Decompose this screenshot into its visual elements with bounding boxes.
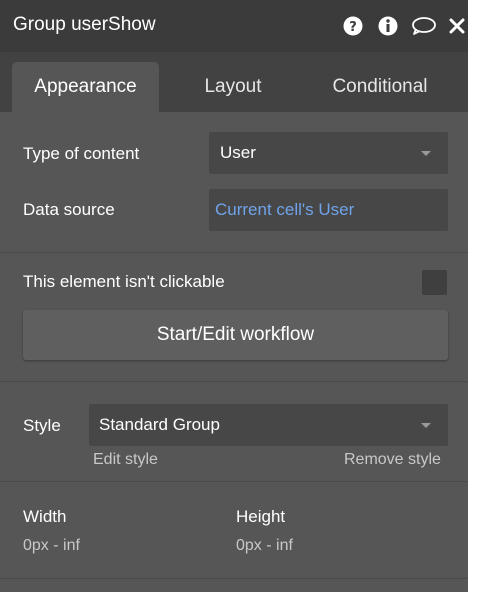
tab-conditional[interactable]: Conditional [310,62,450,112]
remove-style-link[interactable]: Remove style [344,451,441,469]
tab-appearance[interactable]: Appearance [12,62,159,112]
comment-icon[interactable] [410,15,438,37]
chevron-down-icon [421,423,431,428]
data-source-input[interactable]: Current cell's User [209,189,448,231]
width-label: Width [23,507,67,526]
style-label: Style [23,416,61,435]
height-label: Height [236,507,286,526]
title-bar[interactable]: Group userShow ? [0,0,468,52]
type-of-content-value: User [220,143,256,162]
svg-text:?: ? [349,20,357,35]
property-editor-panel: Group userShow ? Appearance Layout Condi… [0,0,468,592]
tab-bar: Appearance Layout Conditional [0,52,468,112]
start-edit-workflow-button[interactable]: Start/Edit workflow [23,310,448,360]
info-icon[interactable] [377,15,399,37]
type-of-content-dropdown[interactable]: User [209,132,448,174]
not-clickable-checkbox[interactable] [422,270,447,295]
tab-layout[interactable]: Layout [178,62,288,112]
style-dropdown[interactable]: Standard Group [89,404,448,446]
section-divider [0,381,468,382]
data-source-value: Current cell's User [215,200,355,219]
section-divider [0,481,468,482]
width-value[interactable]: 0px - inf [23,537,80,555]
not-clickable-label: This element isn't clickable [23,272,225,291]
type-of-content-label: Type of content [23,144,140,163]
panel-title: Group userShow [13,14,156,35]
close-icon[interactable] [447,15,467,37]
chevron-down-icon [421,151,431,156]
help-icon[interactable]: ? [342,15,364,37]
height-value[interactable]: 0px - inf [236,537,293,555]
edit-style-link[interactable]: Edit style [93,451,158,469]
section-divider [0,578,468,579]
data-source-label: Data source [23,200,115,219]
page-background [468,0,480,592]
style-value: Standard Group [99,415,220,434]
section-divider [0,252,468,253]
